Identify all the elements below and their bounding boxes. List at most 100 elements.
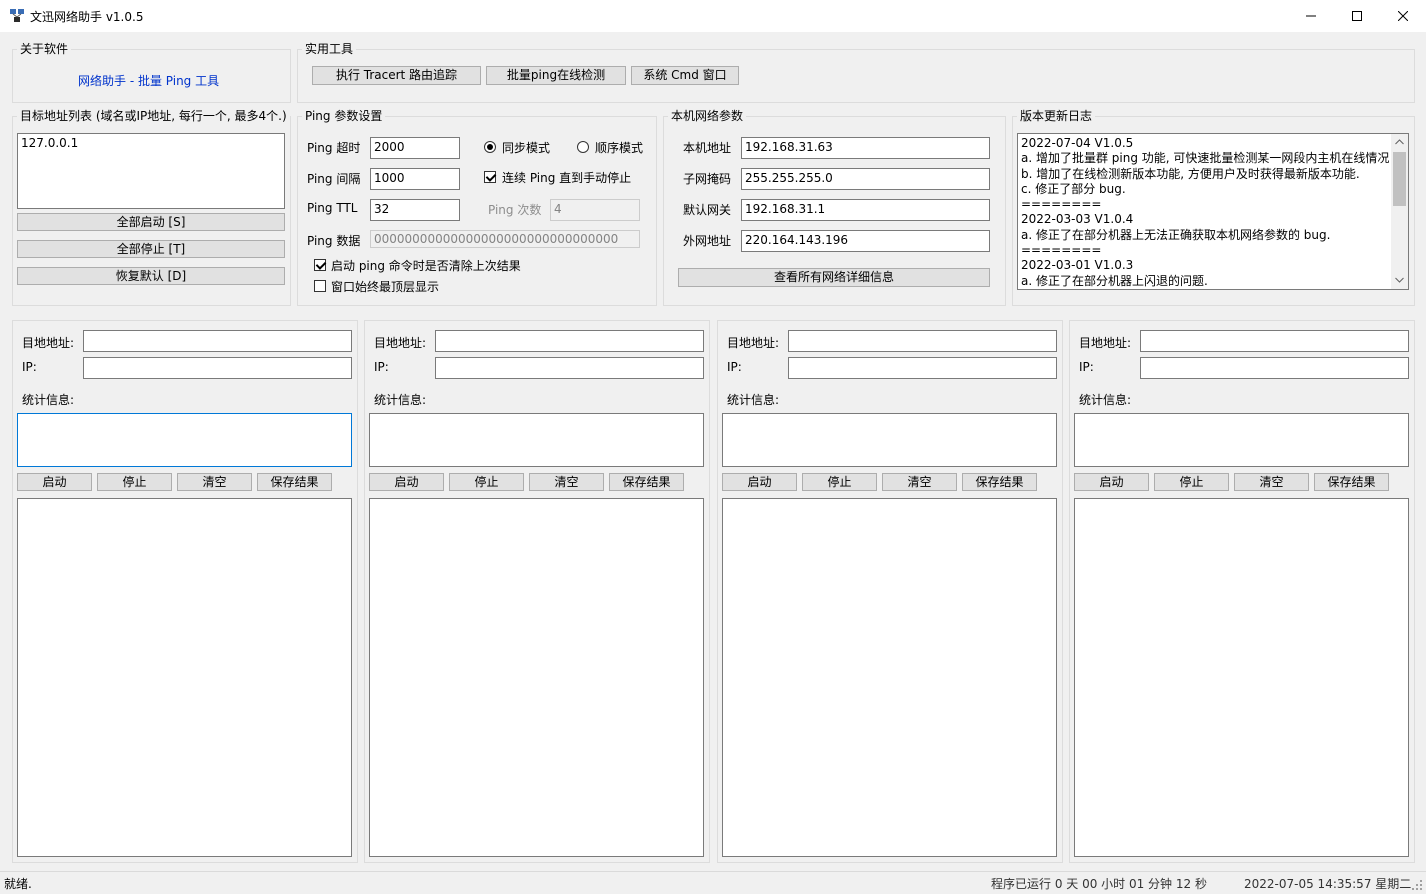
changelog-line: 2022-03-01 V1.0.3: [1021, 258, 1134, 273]
ping-interval-input[interactable]: 1000: [370, 168, 460, 190]
resize-grip-icon[interactable]: [1411, 879, 1423, 891]
panel-clear-button[interactable]: 清空: [177, 473, 252, 491]
target-list-value: 127.0.0.1: [21, 136, 79, 150]
close-button[interactable]: [1380, 0, 1426, 32]
clear-on-start-checkbox[interactable]: [314, 259, 326, 271]
changelog-group-label: 版本更新日志: [1017, 109, 1096, 123]
local-address-field[interactable]: 192.168.31.63: [741, 137, 990, 159]
target-list-input[interactable]: 127.0.0.1: [17, 133, 285, 209]
window-title: 文迅网络助手 v1.0.5: [30, 10, 144, 24]
continuous-checkbox[interactable]: [484, 171, 496, 183]
reset-defaults-button[interactable]: 恢复默认 [D]: [17, 267, 285, 285]
ping-data-label: Ping 数据: [307, 234, 361, 248]
scroll-up-icon[interactable]: [1395, 139, 1404, 145]
about-link[interactable]: 网络助手 - 批量 Ping 工具: [78, 72, 219, 89]
target-list-group-label: 目标地址列表 (域名或IP地址, 每行一个, 最多4个.): [17, 109, 290, 123]
panel-dest-input[interactable]: [435, 330, 704, 352]
minimize-button[interactable]: [1288, 0, 1334, 32]
stop-all-button[interactable]: 全部停止 [T]: [17, 240, 285, 258]
panel-start-button[interactable]: 启动: [1074, 473, 1149, 491]
network-group-label: 本机网络参数: [668, 109, 747, 123]
ping-count-input[interactable]: 4: [550, 199, 640, 221]
changelog-line: ========: [1021, 243, 1102, 258]
panel-stats-box[interactable]: [722, 413, 1057, 467]
cmd-window-button[interactable]: 系统 Cmd 窗口: [631, 66, 739, 85]
topmost-label: 窗口始终最顶层显示: [331, 280, 440, 294]
panel-output-box[interactable]: [369, 498, 704, 857]
batch-ping-button[interactable]: 批量ping在线检测: [486, 66, 626, 85]
ping-data-input[interactable]: 00000000000000000000000000000000: [370, 230, 640, 248]
changelog-line: 2022-03-03 V1.0.4: [1021, 212, 1134, 227]
ping-ttl-label: Ping TTL: [307, 201, 358, 215]
changelog-lines: 2022-07-04 V1.0.5 a. 增加了批量群 ping 功能, 可快速批…: [1021, 136, 1389, 289]
panel-stop-button[interactable]: 停止: [1154, 473, 1229, 491]
panel-clear-button[interactable]: 清空: [1234, 473, 1309, 491]
panel-dest-label: 目地地址:: [727, 336, 780, 350]
seq-mode-radio[interactable]: [577, 141, 589, 153]
continuous-label: 连续 Ping 直到手动停止: [502, 171, 632, 185]
panel-start-button[interactable]: 启动: [369, 473, 444, 491]
changelog-line: a. 增加了批量群 ping 功能, 可快速批量检测某一网段内主机在线情况.: [1021, 151, 1389, 166]
panel-save-button[interactable]: 保存结果: [609, 473, 684, 491]
panel-dest-input[interactable]: [83, 330, 352, 352]
gateway-field[interactable]: 192.168.31.1: [741, 199, 990, 221]
panel-stop-button[interactable]: 停止: [97, 473, 172, 491]
tracert-button[interactable]: 执行 Tracert 路由追踪: [312, 66, 481, 85]
panel-save-button[interactable]: 保存结果: [257, 473, 332, 491]
ping-ttl-input[interactable]: 32: [370, 199, 460, 221]
subnet-mask-label: 子网掩码: [683, 172, 732, 186]
ping-settings-group-label: Ping 参数设置: [302, 109, 386, 123]
network-details-button[interactable]: 查看所有网络详细信息: [678, 268, 990, 287]
panel-stop-button[interactable]: 停止: [802, 473, 877, 491]
panel-start-button[interactable]: 启动: [17, 473, 92, 491]
about-group-label: 关于软件: [17, 42, 72, 56]
close-icon: [1398, 11, 1408, 21]
panel-output-box[interactable]: [1074, 498, 1409, 857]
panel-stats-box[interactable]: [17, 413, 352, 467]
status-ready: 就绪.: [4, 877, 32, 891]
subnet-mask-field[interactable]: 255.255.255.0: [741, 168, 990, 190]
changelog-text[interactable]: 2022-07-04 V1.0.5 a. 增加了批量群 ping 功能, 可快速批…: [1017, 133, 1409, 290]
panel-ip-label: IP:: [22, 360, 37, 374]
start-all-button[interactable]: 全部启动 [S]: [17, 213, 285, 231]
topmost-checkbox[interactable]: [314, 280, 326, 292]
tools-group-label: 实用工具: [302, 42, 357, 56]
panel-stats-box[interactable]: [369, 413, 704, 467]
panel-stats-label: 统计信息:: [1079, 393, 1132, 407]
ping-timeout-input[interactable]: 2000: [370, 137, 460, 159]
panel-ip-label: IP:: [1079, 360, 1094, 374]
changelog-line: a. 修正了在部分机器上无法正确获取本机网络参数的 bug.: [1021, 227, 1331, 242]
panel-dest-input[interactable]: [788, 330, 1057, 352]
changelog-scrollbar[interactable]: [1391, 134, 1408, 289]
panel-stats-label: 统计信息:: [374, 393, 427, 407]
public-address-field[interactable]: 220.164.143.196: [741, 230, 990, 252]
panel-stop-button[interactable]: 停止: [449, 473, 524, 491]
ping-count-label: Ping 次数: [488, 203, 542, 217]
changelog-line: 2022-07-04 V1.0.5: [1021, 136, 1134, 150]
changelog-line: a. 修正了在部分机器上闪退的问题.: [1021, 273, 1208, 288]
scroll-down-icon[interactable]: [1395, 277, 1404, 283]
local-address-label: 本机地址: [683, 141, 732, 155]
status-datetime: 2022-07-05 14:35:57 星期二: [1244, 877, 1412, 891]
panel-ip-input[interactable]: [435, 357, 704, 379]
panel-clear-button[interactable]: 清空: [882, 473, 957, 491]
title-bar: 文迅网络助手 v1.0.5: [0, 0, 1426, 32]
seq-mode-label: 顺序模式: [595, 141, 644, 155]
panel-ip-input[interactable]: [788, 357, 1057, 379]
panel-save-button[interactable]: 保存结果: [962, 473, 1037, 491]
changelog-scroll-thumb[interactable]: [1393, 152, 1406, 206]
panel-ip-input[interactable]: [1140, 357, 1409, 379]
panel-dest-input[interactable]: [1140, 330, 1409, 352]
panel-ip-input[interactable]: [83, 357, 352, 379]
maximize-icon: [1352, 11, 1362, 21]
changelog-line: ========: [1021, 197, 1102, 212]
panel-start-button[interactable]: 启动: [722, 473, 797, 491]
panel-stats-box[interactable]: [1074, 413, 1409, 467]
panel-save-button[interactable]: 保存结果: [1314, 473, 1389, 491]
maximize-button[interactable]: [1334, 0, 1380, 32]
panel-output-box[interactable]: [17, 498, 352, 857]
panel-dest-label: 目地地址:: [374, 336, 427, 350]
sync-mode-radio[interactable]: [484, 141, 496, 153]
panel-clear-button[interactable]: 清空: [529, 473, 604, 491]
panel-output-box[interactable]: [722, 498, 1057, 857]
